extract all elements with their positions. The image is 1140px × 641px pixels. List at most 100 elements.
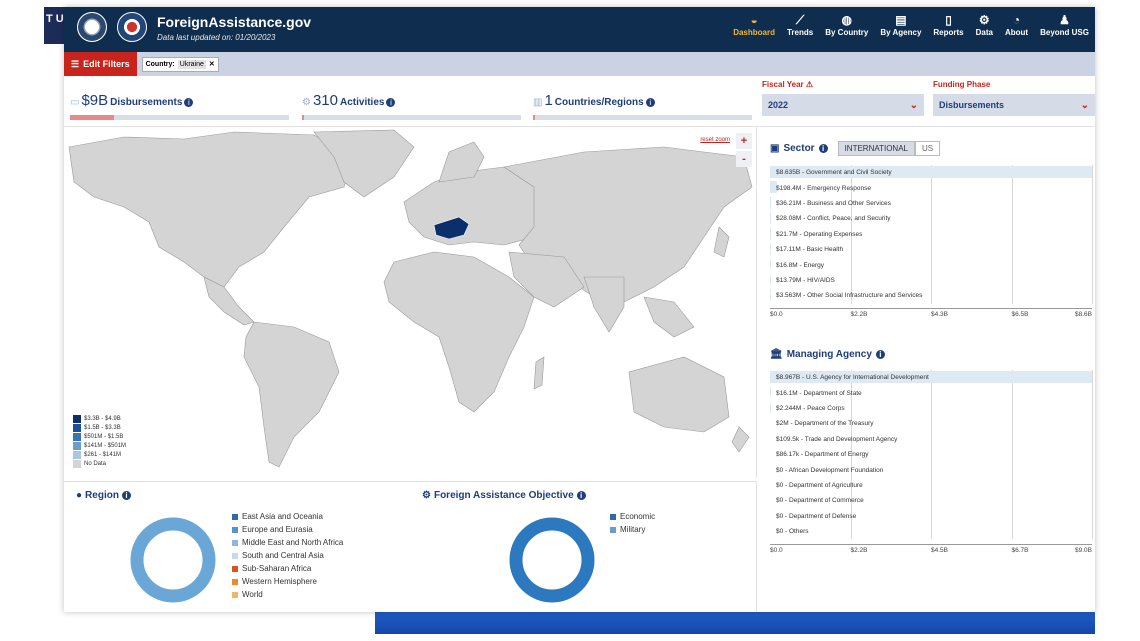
sector-bar[interactable] — [770, 227, 771, 240]
cube-icon: ▣ — [770, 143, 780, 154]
agency-bar-row[interactable]: $0 - African Development Foundation — [770, 462, 1092, 477]
edit-filters-button[interactable]: ☰ Edit Filters — [64, 52, 137, 76]
info-icon[interactable]: i — [645, 98, 655, 107]
disbursements-bar — [70, 115, 289, 120]
agency-bar-row[interactable]: $86.17k - Department of Energy — [770, 447, 1092, 462]
region-legend-swatch — [232, 565, 238, 572]
region-legend-item[interactable]: South and Central Asia — [232, 549, 343, 562]
agency-bar-row[interactable]: $0 - Others — [770, 524, 1092, 539]
objective-donut[interactable] — [507, 515, 597, 605]
region-legend-item[interactable]: Middle East and North Africa — [232, 536, 343, 549]
reset-zoom-link[interactable]: reset zoom — [700, 137, 730, 143]
sector-bar-row[interactable]: $36.21M - Business and Other Services — [770, 196, 1092, 211]
agency-bar-label: $16.1M - Department of State — [776, 389, 862, 397]
stat-disbursements[interactable]: ▭ $9B Disbursements i — [70, 92, 194, 109]
funding-phase-value: Disbursements — [939, 100, 1005, 110]
world-map-panel[interactable]: reset zoom + - $3.3B - $4.9B $1.5B - $3.3… — [64, 126, 757, 478]
region-legend-swatch — [232, 526, 238, 533]
zoom-in-button[interactable]: + — [736, 133, 752, 149]
globe-icon: ● — [76, 490, 83, 501]
map-legend-item: No Data — [73, 459, 126, 468]
sector-bar-label: $17.11M - Basic Health — [776, 246, 844, 254]
site-title[interactable]: ForeignAssistance.gov — [157, 14, 311, 30]
sector-bar-row[interactable]: $17.11M - Basic Health — [770, 242, 1092, 257]
funding-phase-select[interactable]: Funding Phase Disbursements ⌄ — [933, 80, 1095, 116]
agency-bar-row[interactable]: $2.244M - Peace Corps — [770, 401, 1092, 416]
compass-icon: ◔ — [1012, 13, 1021, 27]
sector-bar-row[interactable]: $21.7M - Operating Expenses — [770, 227, 1092, 242]
world-map[interactable] — [64, 127, 756, 477]
region-legend-item[interactable]: Sub-Saharan Africa — [232, 562, 343, 575]
nav-about[interactable]: ◔ About — [999, 12, 1034, 37]
toggle-international[interactable]: INTERNATIONAL — [837, 141, 915, 156]
nav-reports[interactable]: ▯ Reports — [927, 12, 969, 37]
zoom-out-button[interactable]: - — [736, 151, 752, 167]
nav-trends[interactable]: ⟋ Trends — [781, 12, 819, 37]
objective-donut-ring[interactable] — [509, 517, 595, 603]
nav-data[interactable]: ⚙ Data — [970, 12, 999, 37]
funding-phase-dropdown[interactable]: Disbursements ⌄ — [933, 94, 1095, 116]
agency-bar-row[interactable]: $8.967B - U.S. Agency for International … — [770, 370, 1092, 385]
sector-bar[interactable] — [770, 258, 771, 271]
agency-tick-label: $6.7B — [1011, 547, 1029, 554]
agency-bar-row[interactable]: $16.1M - Department of State — [770, 385, 1092, 400]
info-icon[interactable]: i — [121, 491, 131, 500]
region-legend-item[interactable]: Western Hemisphere — [232, 575, 343, 588]
agency-bar-row[interactable]: $0 - Department of Agriculture — [770, 478, 1092, 493]
nav-label: Reports — [933, 28, 964, 37]
nav-label: Beyond USG — [1040, 28, 1089, 37]
region-legend-label: Western Hemisphere — [242, 577, 317, 586]
info-icon[interactable]: i — [875, 350, 885, 359]
agency-bar-row[interactable]: $2M - Department of the Treasury — [770, 416, 1092, 431]
objective-legend-item[interactable]: Economic — [610, 510, 655, 523]
region-donut-ring[interactable] — [130, 517, 216, 603]
agency-bar-row[interactable]: $0 - Department of Commerce — [770, 493, 1092, 508]
sector-bar-row[interactable]: $8.635B - Government and Civil Society — [770, 165, 1092, 180]
sector-bar-row[interactable]: $13.79M - HIV/AIDS — [770, 273, 1092, 288]
agency-bar-label: $2.244M - Peace Corps — [776, 404, 845, 412]
building-icon: 🏛 — [770, 349, 783, 360]
objective-legend-label: Military — [620, 525, 646, 534]
info-icon[interactable]: i — [818, 144, 828, 153]
sector-bar[interactable] — [770, 212, 772, 225]
sector-bar-row[interactable]: $3.563M - Other Social Infrastructure an… — [770, 288, 1092, 303]
nav-beyond-usg[interactable]: ♟ Beyond USG — [1034, 12, 1095, 37]
stat-countries[interactable]: ▥ 1 Countries/Regions i — [533, 92, 655, 109]
fiscal-year-select[interactable]: Fiscal Year ⚠ 2022 ⌄ — [762, 80, 924, 116]
region-donut[interactable] — [128, 515, 218, 605]
stat-activities[interactable]: ⚙ 310 Activities i — [302, 92, 396, 109]
sector-bar-row[interactable]: $198.4M - Emergency Response — [770, 180, 1092, 195]
agency-bar[interactable] — [770, 386, 771, 399]
map-north-america — [68, 131, 355, 288]
nav-by-agency[interactable]: ▤ By Agency — [874, 12, 927, 37]
sector-bar[interactable] — [770, 196, 772, 209]
sector-bar-row[interactable]: $16.8M - Energy — [770, 257, 1092, 272]
agency-bar-row[interactable]: $109.5k - Trade and Development Agency — [770, 432, 1092, 447]
agency-bar-row[interactable]: $0 - Department of Defense — [770, 509, 1092, 524]
nav-by-country[interactable]: ◍ By Country — [819, 12, 874, 37]
region-legend-item[interactable]: Europe and Eurasia — [232, 523, 343, 536]
objective-legend-item[interactable]: Military — [610, 523, 655, 536]
sector-bar[interactable] — [770, 273, 771, 286]
map-legend-item: $3.3B - $4.9B — [73, 414, 126, 423]
brand[interactable]: ForeignAssistance.gov Data last updated … — [157, 14, 311, 42]
map-legend-label: $141M - $501M — [84, 442, 127, 449]
nav-dashboard[interactable]: ◒ Dashboard — [727, 12, 781, 37]
sector-toggle: INTERNATIONAL US — [837, 141, 941, 156]
fiscal-year-dropdown[interactable]: 2022 ⌄ — [762, 94, 924, 116]
sector-bar-row[interactable]: $28.08M - Conflict, Peace, and Security — [770, 211, 1092, 226]
nav-label: By Country — [825, 28, 869, 37]
map-madagascar — [533, 356, 545, 390]
info-icon[interactable]: i — [184, 98, 194, 107]
app-window: ForeignAssistance.gov Data last updated … — [64, 7, 1095, 612]
toggle-us[interactable]: US — [915, 141, 941, 156]
info-icon[interactable]: i — [576, 491, 586, 500]
region-legend-item[interactable]: East Asia and Oceania — [232, 510, 343, 523]
activities-value: 310 — [312, 92, 338, 109]
region-legend-item[interactable]: World — [232, 588, 343, 601]
objective-legend-swatch — [610, 526, 616, 533]
sector-bar[interactable] — [770, 242, 771, 255]
dashboard-gauge-icon: ◒ — [750, 13, 758, 27]
remove-filter-icon[interactable]: ✕ — [209, 60, 215, 68]
info-icon[interactable]: i — [386, 98, 396, 107]
